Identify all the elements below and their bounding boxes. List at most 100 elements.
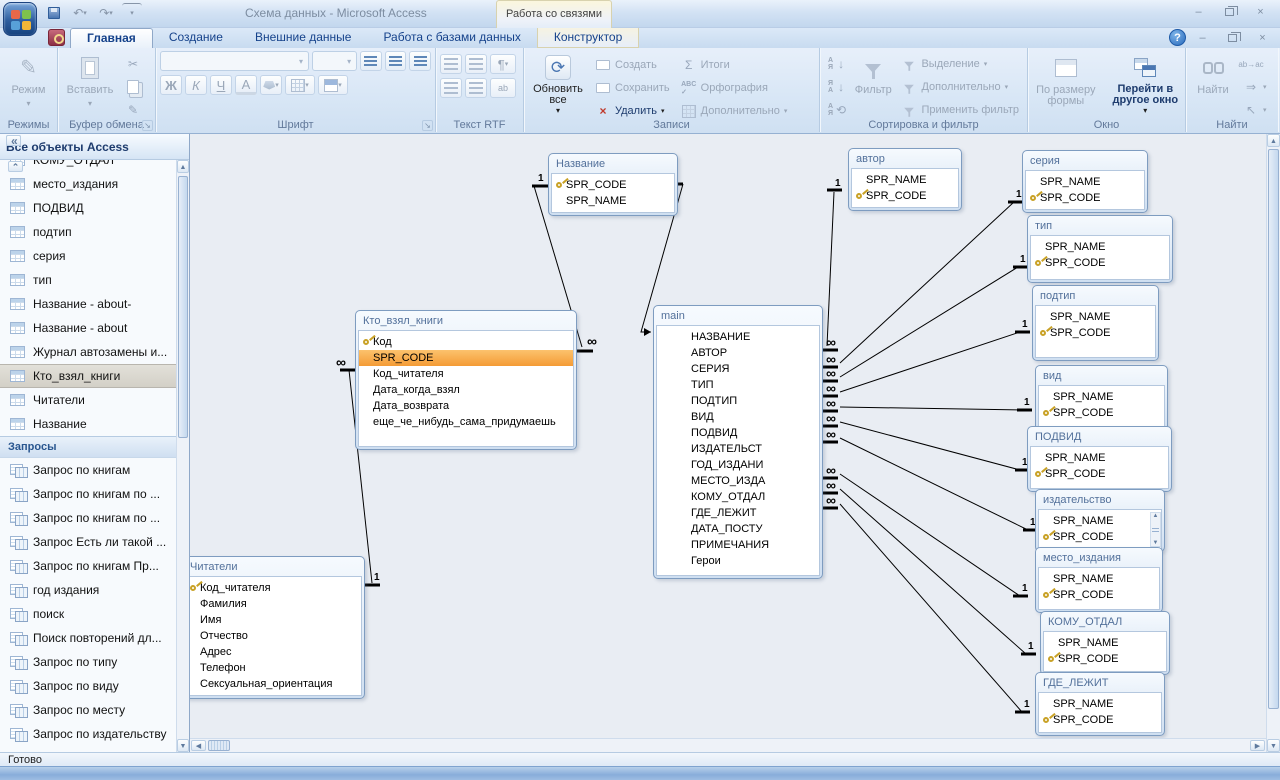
table-field[interactable]: SPR_NAME bbox=[1031, 450, 1168, 466]
table-field[interactable]: SPR_CODE bbox=[1044, 651, 1166, 667]
table-field[interactable]: АВТОР bbox=[657, 345, 819, 361]
table-field[interactable]: ПОДТИП bbox=[657, 393, 819, 409]
table-field[interactable]: SPR_CODE bbox=[1039, 712, 1161, 728]
diagram-table-podvid[interactable]: ПОДВИДSPR_NAMESPR_CODE bbox=[1027, 426, 1172, 492]
fill-color-icon[interactable]: ▾ bbox=[260, 75, 282, 95]
diagram-table-vid[interactable]: видSPR_NAMESPR_CODE bbox=[1035, 365, 1168, 433]
table-field[interactable]: SPR_NAME bbox=[1039, 513, 1161, 529]
table-field[interactable]: SPR_NAME bbox=[1039, 696, 1161, 712]
save-icon[interactable] bbox=[44, 3, 64, 22]
diagram-table-title[interactable]: Название bbox=[551, 156, 675, 173]
table-field[interactable]: SPR_CODE bbox=[1039, 405, 1164, 421]
section-collapse-icon[interactable]: ⌃ bbox=[8, 161, 23, 172]
goto-button[interactable]: ⇒▾ bbox=[1239, 76, 1271, 98]
nav-item-table[interactable]: серия bbox=[0, 244, 176, 268]
table-field[interactable]: ТИП bbox=[657, 377, 819, 393]
totals-button[interactable]: ΣИтоги bbox=[677, 54, 792, 76]
access-app-icon[interactable] bbox=[48, 29, 65, 46]
nav-item-query[interactable]: Запрос по книгам bbox=[0, 458, 176, 482]
tab-konstruktor[interactable]: Конструктор bbox=[537, 28, 639, 48]
find-button[interactable]: Найти bbox=[1190, 51, 1236, 117]
table-field[interactable]: Сексуальная_ориентация bbox=[190, 676, 361, 692]
table-field[interactable]: МЕСТО_ИЗДА bbox=[657, 473, 819, 489]
size-to-fit-form-button[interactable]: По размеруформы bbox=[1032, 51, 1100, 117]
underline-button[interactable]: Ч bbox=[210, 75, 232, 95]
nav-scroll-thumb[interactable] bbox=[178, 176, 188, 438]
font-size-combo[interactable]: ▾ bbox=[312, 51, 357, 71]
nav-item-query[interactable]: Запрос по месту bbox=[0, 698, 176, 722]
cut-button[interactable]: ✂ bbox=[121, 53, 145, 75]
sort-ascending-button[interactable]: АЯ↓ bbox=[824, 53, 849, 75]
table-field[interactable]: SPR_NAME bbox=[1026, 174, 1144, 190]
canvas-hscrollbar[interactable]: ◀ ▶ bbox=[190, 738, 1266, 752]
tab-glavnaya[interactable]: Главная bbox=[70, 28, 153, 48]
doc-minimize-button[interactable]: – bbox=[1189, 30, 1216, 46]
diagram-table-izdat[interactable]: издательствоSPR_NAMESPR_CODE▲▼ bbox=[1035, 489, 1165, 552]
nav-item-query[interactable]: Поиск повторений дл... bbox=[0, 626, 176, 650]
table-scrollbar[interactable]: ▲▼ bbox=[1150, 512, 1161, 547]
nav-item-table[interactable]: Название bbox=[0, 412, 176, 436]
table-field[interactable]: Дата_возврата bbox=[359, 398, 573, 414]
tab-vneshnie-dannye[interactable]: Внешние данные bbox=[239, 28, 368, 48]
table-field[interactable]: Фамилия bbox=[190, 596, 361, 612]
diagram-table-seriya[interactable]: серияSPR_NAMESPR_CODE bbox=[1022, 150, 1148, 213]
table-field[interactable]: ГДЕ_ЛЕЖИТ bbox=[657, 505, 819, 521]
table-field[interactable]: ДАТА_ПОСТУ bbox=[657, 521, 819, 537]
table-field[interactable]: SPR_NAME bbox=[1044, 635, 1166, 651]
table-field[interactable]: еще_че_нибудь_сама_придумаешь bbox=[359, 414, 573, 430]
clear-sort-button[interactable]: АЯ⟲ bbox=[824, 99, 849, 121]
sort-descending-button[interactable]: ЯА↓ bbox=[824, 76, 849, 98]
font-name-combo[interactable]: ▾ bbox=[160, 51, 309, 71]
diagram-table-title[interactable]: ПОДВИД bbox=[1030, 429, 1169, 446]
diagram-table-title[interactable]: тип bbox=[1030, 218, 1170, 235]
table-field[interactable]: Код bbox=[359, 334, 573, 350]
copy-button[interactable] bbox=[121, 76, 145, 98]
format-painter-button[interactable]: ✎ bbox=[121, 99, 145, 121]
relationship-line[interactable] bbox=[840, 489, 1026, 654]
decrease-indent-button[interactable] bbox=[440, 54, 462, 74]
table-field[interactable]: Код_читателя bbox=[190, 580, 361, 596]
doc-close-button[interactable]: × bbox=[1249, 30, 1276, 46]
nav-scroll-down-icon[interactable]: ▼ bbox=[177, 739, 189, 752]
clipboard-dialog-launcher[interactable]: ↘ bbox=[142, 120, 153, 131]
diagram-table-title[interactable]: издательство bbox=[1038, 492, 1162, 509]
table-field[interactable]: НАЗВАНИЕ bbox=[657, 329, 819, 345]
save-record-button[interactable]: Сохранить bbox=[591, 77, 674, 99]
font-dialog-launcher[interactable]: ↘ bbox=[422, 120, 433, 131]
toggle-filter-button[interactable]: Применить фильтр bbox=[897, 99, 1023, 121]
diagram-table-mesto[interactable]: место_изданияSPR_NAMESPR_CODE bbox=[1035, 547, 1163, 613]
table-field[interactable]: Имя bbox=[190, 612, 361, 628]
diagram-table-title[interactable]: КОМУ_ОТДАЛ bbox=[1043, 614, 1167, 631]
table-field[interactable]: SPR_CODE bbox=[1036, 325, 1155, 341]
text-direction-button[interactable]: ¶▾ bbox=[490, 54, 516, 74]
diagram-table-tip[interactable]: типSPR_NAMESPR_CODE bbox=[1027, 215, 1173, 283]
restore-button[interactable] bbox=[1216, 4, 1243, 20]
table-field[interactable]: SPR_CODE bbox=[359, 350, 573, 366]
table-field[interactable]: ПОДВИД bbox=[657, 425, 819, 441]
table-field[interactable]: ГОД_ИЗДАНИ bbox=[657, 457, 819, 473]
nav-item-table[interactable]: Журнал автозамены и... bbox=[0, 340, 176, 364]
relationship-line[interactable] bbox=[840, 332, 1020, 392]
vscroll-down-icon[interactable]: ▼ bbox=[1267, 739, 1280, 752]
table-field[interactable]: SPR_CODE bbox=[852, 188, 958, 204]
nav-item-table[interactable]: Название - about bbox=[0, 316, 176, 340]
alt-row-color-button[interactable]: ▾ bbox=[318, 75, 348, 95]
nav-item-table[interactable]: КОМУ_ОТДАЛ bbox=[0, 160, 176, 172]
replace-button[interactable]: ab→ac bbox=[1239, 53, 1271, 75]
align-center-button[interactable] bbox=[385, 51, 407, 71]
nav-scroll-up-icon[interactable]: ▲ bbox=[177, 160, 189, 173]
redo-icon[interactable]: ↷▾ bbox=[96, 3, 116, 22]
relationship-line[interactable] bbox=[840, 202, 1014, 363]
table-field[interactable]: КОМУ_ОТДАЛ bbox=[657, 489, 819, 505]
diagram-table-avtor[interactable]: авторSPR_NAMESPR_CODE bbox=[848, 148, 962, 211]
table-field[interactable]: ВИД bbox=[657, 409, 819, 425]
advanced-filter-button[interactable]: Дополнительно▾ bbox=[897, 76, 1023, 98]
highlight-button[interactable]: ab bbox=[490, 78, 516, 98]
close-button[interactable]: × bbox=[1247, 4, 1274, 20]
diagram-table-chit[interactable]: ЧитателиКод_читателяФамилияИмяОтчествоАд… bbox=[190, 556, 365, 699]
diagram-table-title[interactable]: ГДЕ_ЛЕЖИТ bbox=[1038, 675, 1162, 692]
diagram-table-kto[interactable]: Кто_взял_книгиКодSPR_CODEКод_читателяДат… bbox=[355, 310, 577, 450]
align-right-button[interactable] bbox=[409, 51, 431, 71]
diagram-table-title[interactable]: место_издания bbox=[1038, 550, 1160, 567]
hscroll-thumb[interactable] bbox=[208, 740, 230, 751]
